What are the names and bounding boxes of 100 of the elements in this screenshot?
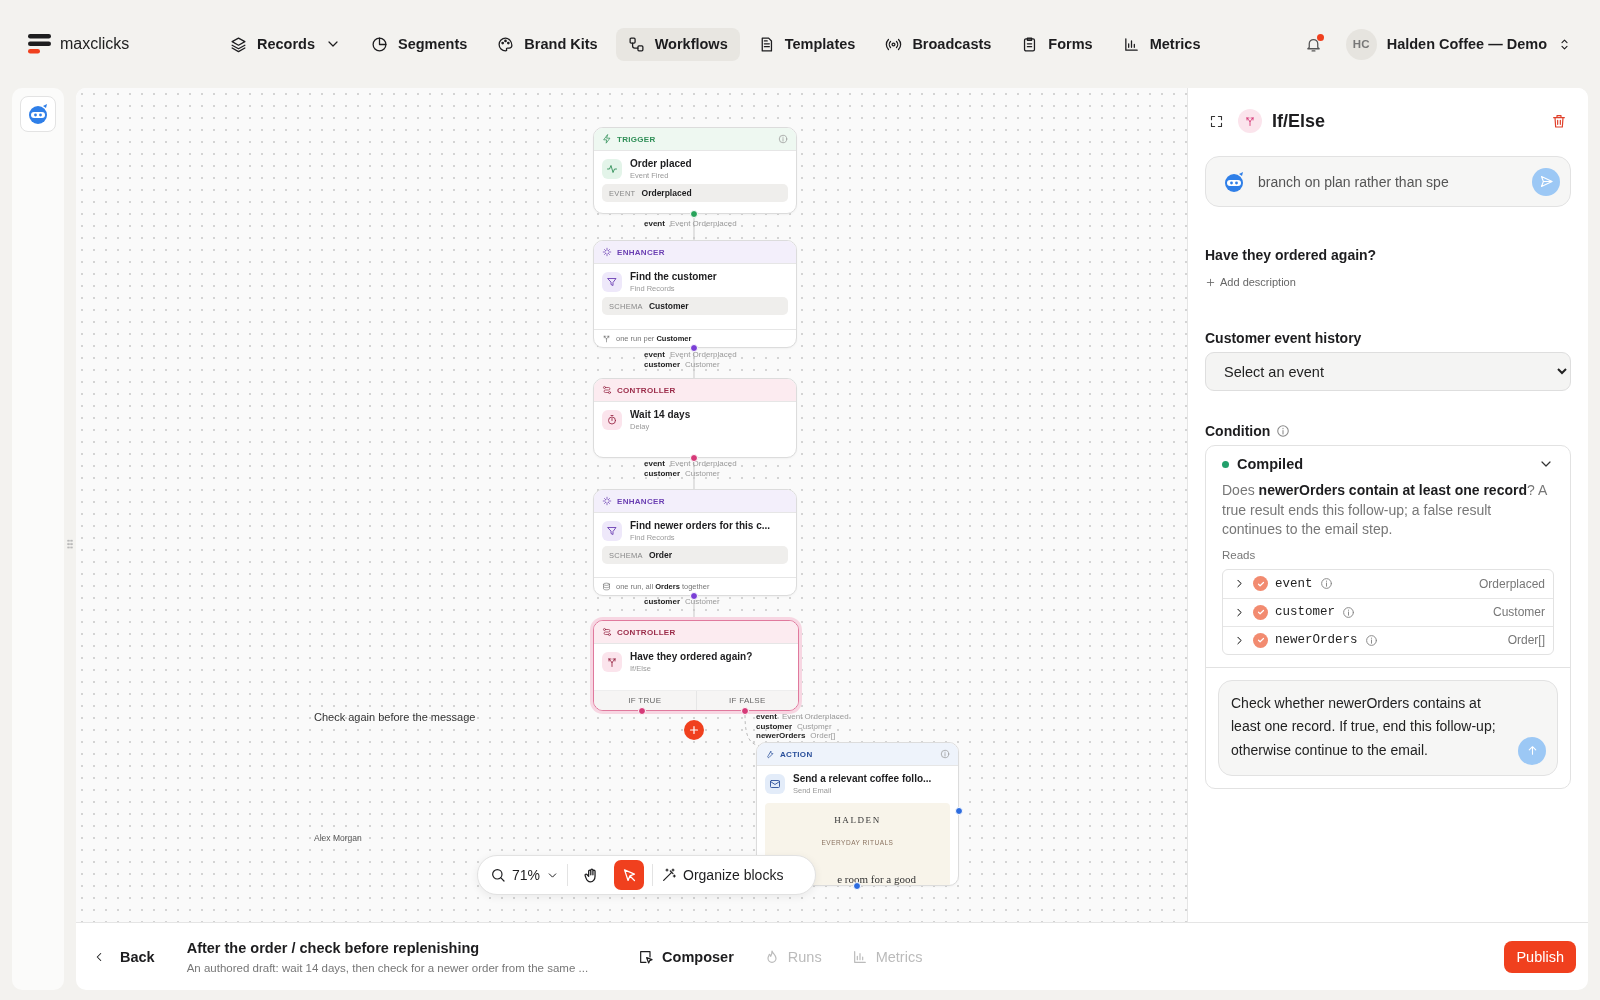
variable-name: event xyxy=(644,459,665,468)
variable-name: event xyxy=(644,350,665,359)
port-handle[interactable] xyxy=(741,707,749,715)
variable-type: Event Orderplaced xyxy=(669,350,737,359)
nav-tab[interactable]: Forms xyxy=(1009,27,1105,61)
logo-text: maxclicks xyxy=(60,35,130,53)
variable-name: event xyxy=(644,219,665,228)
robot-icon xyxy=(26,102,50,126)
route-icon xyxy=(602,385,612,395)
variable-name: customer xyxy=(756,721,792,731)
variable-name: customer xyxy=(644,468,680,478)
node-title: Order placed xyxy=(630,158,692,169)
publish-button[interactable]: Publish xyxy=(1504,940,1576,973)
email-text: e room for a good xyxy=(837,873,916,885)
workflow-icon xyxy=(627,35,645,53)
nav-tab[interactable]: Metrics xyxy=(1110,27,1213,61)
variable-type: Order[] xyxy=(810,731,836,740)
variable-type: Event Orderplaced xyxy=(669,219,737,228)
variable-name: customer xyxy=(644,359,680,369)
node-category: CONTROLLER xyxy=(617,385,676,395)
port-handle[interactable] xyxy=(690,454,698,462)
read-row[interactable]: customer Customer xyxy=(1223,597,1553,626)
node-category: ACTION xyxy=(780,749,813,759)
info-icon xyxy=(1319,577,1333,590)
bar-chart-icon xyxy=(1122,35,1140,53)
trash-icon xyxy=(1551,113,1567,129)
assistant-button[interactable] xyxy=(20,96,56,132)
chip-value: Order xyxy=(648,550,673,560)
node-title: Send a relevant coffee follo... xyxy=(793,773,932,784)
workflow-title: After the order / check before replenishing xyxy=(186,939,481,956)
instruction-input[interactable]: Check whether newerOrders contains at least one record. If true, end this follow-up; otherwise continue to the email. xyxy=(1219,680,1557,775)
chip-value: Orderplaced xyxy=(641,188,692,198)
layers-icon xyxy=(230,35,247,53)
node-title: Find the customer xyxy=(630,271,717,282)
composer-icon xyxy=(638,948,655,965)
check-badge xyxy=(1253,604,1268,620)
field-label: Condition xyxy=(1205,423,1271,439)
variable-type: Customer xyxy=(1493,605,1545,619)
nav-tab[interactable]: Workflows xyxy=(615,27,740,61)
port-handle[interactable] xyxy=(690,592,698,600)
view-tab[interactable]: Composer xyxy=(638,948,734,965)
port-handle[interactable] xyxy=(690,344,698,352)
branch-icon xyxy=(602,334,611,343)
event-select[interactable]: Select an event xyxy=(1205,352,1571,391)
account-switcher[interactable]: HC Halden Coffee — Demo xyxy=(1345,28,1572,60)
variable-type: Customer xyxy=(685,468,720,478)
avatar: HC xyxy=(1345,28,1377,60)
status-label: Compiled xyxy=(1237,456,1304,472)
info-icon xyxy=(1342,605,1355,619)
variable-name: event xyxy=(1275,576,1313,591)
variable-type: Customer xyxy=(685,359,720,369)
add-description-link[interactable]: Add description xyxy=(1205,276,1296,288)
variable-type: Order[] xyxy=(1507,633,1545,647)
route-icon xyxy=(602,627,612,637)
variable-name: customer xyxy=(644,597,680,606)
expand-icon xyxy=(1209,113,1224,129)
check-badge xyxy=(1253,632,1268,648)
resize-handle[interactable] xyxy=(67,539,73,549)
read-row[interactable]: event Orderplaced xyxy=(1223,569,1553,598)
nav-tab[interactable]: Records xyxy=(218,27,354,61)
step-name: Have they ordered again? xyxy=(1205,247,1378,263)
search-icon xyxy=(490,867,506,883)
nav-tab[interactable]: Templates xyxy=(745,27,868,61)
comment-text: Check again before the message xyxy=(314,711,476,723)
pie-chart-icon xyxy=(371,35,389,53)
variable-type: Customer xyxy=(797,721,832,731)
port-handle[interactable] xyxy=(853,882,861,890)
bar-chart-icon xyxy=(851,948,868,965)
info-icon xyxy=(940,749,950,759)
node-title: Find newer orders for this c... xyxy=(630,520,771,531)
chip-value: Customer xyxy=(648,301,689,311)
check-badge xyxy=(1253,576,1268,591)
node-title: Wait 14 days xyxy=(630,409,691,420)
back-button[interactable]: Back xyxy=(92,948,155,965)
nav-tab[interactable]: Segments xyxy=(359,27,480,61)
lightning-icon xyxy=(602,134,612,144)
variable-name: customer xyxy=(1275,605,1335,619)
port-handle[interactable] xyxy=(638,707,646,715)
info-icon xyxy=(1276,424,1291,438)
stack-icon xyxy=(602,582,611,591)
node-category: CONTROLLER xyxy=(617,627,676,637)
port-handle[interactable] xyxy=(690,210,698,218)
prompt-input[interactable]: branch on plan rather than spe xyxy=(1258,173,1520,190)
node-category: ENHANCER xyxy=(617,247,665,257)
wrench-icon xyxy=(765,749,775,759)
variable-name: event xyxy=(756,712,777,721)
send-icon xyxy=(1538,174,1554,189)
add-step-button[interactable] xyxy=(684,720,704,740)
info-icon xyxy=(778,134,788,144)
pointer-tool-button[interactable] xyxy=(614,860,645,890)
port-handle[interactable] xyxy=(955,807,963,815)
variable-type: Event Orderplaced xyxy=(781,712,849,721)
nav-tab[interactable]: Brand Kits xyxy=(485,27,610,61)
branch-icon xyxy=(1244,115,1256,127)
read-row[interactable]: newerOrders Order[] xyxy=(1223,625,1553,654)
zoom-dropdown[interactable]: 71% xyxy=(490,860,560,890)
email-brand: HALDEN xyxy=(834,815,881,825)
nav-tab[interactable]: Broadcasts xyxy=(873,27,1004,61)
variable-type: Orderplaced xyxy=(1478,576,1545,591)
sparkle-icon xyxy=(602,247,612,257)
